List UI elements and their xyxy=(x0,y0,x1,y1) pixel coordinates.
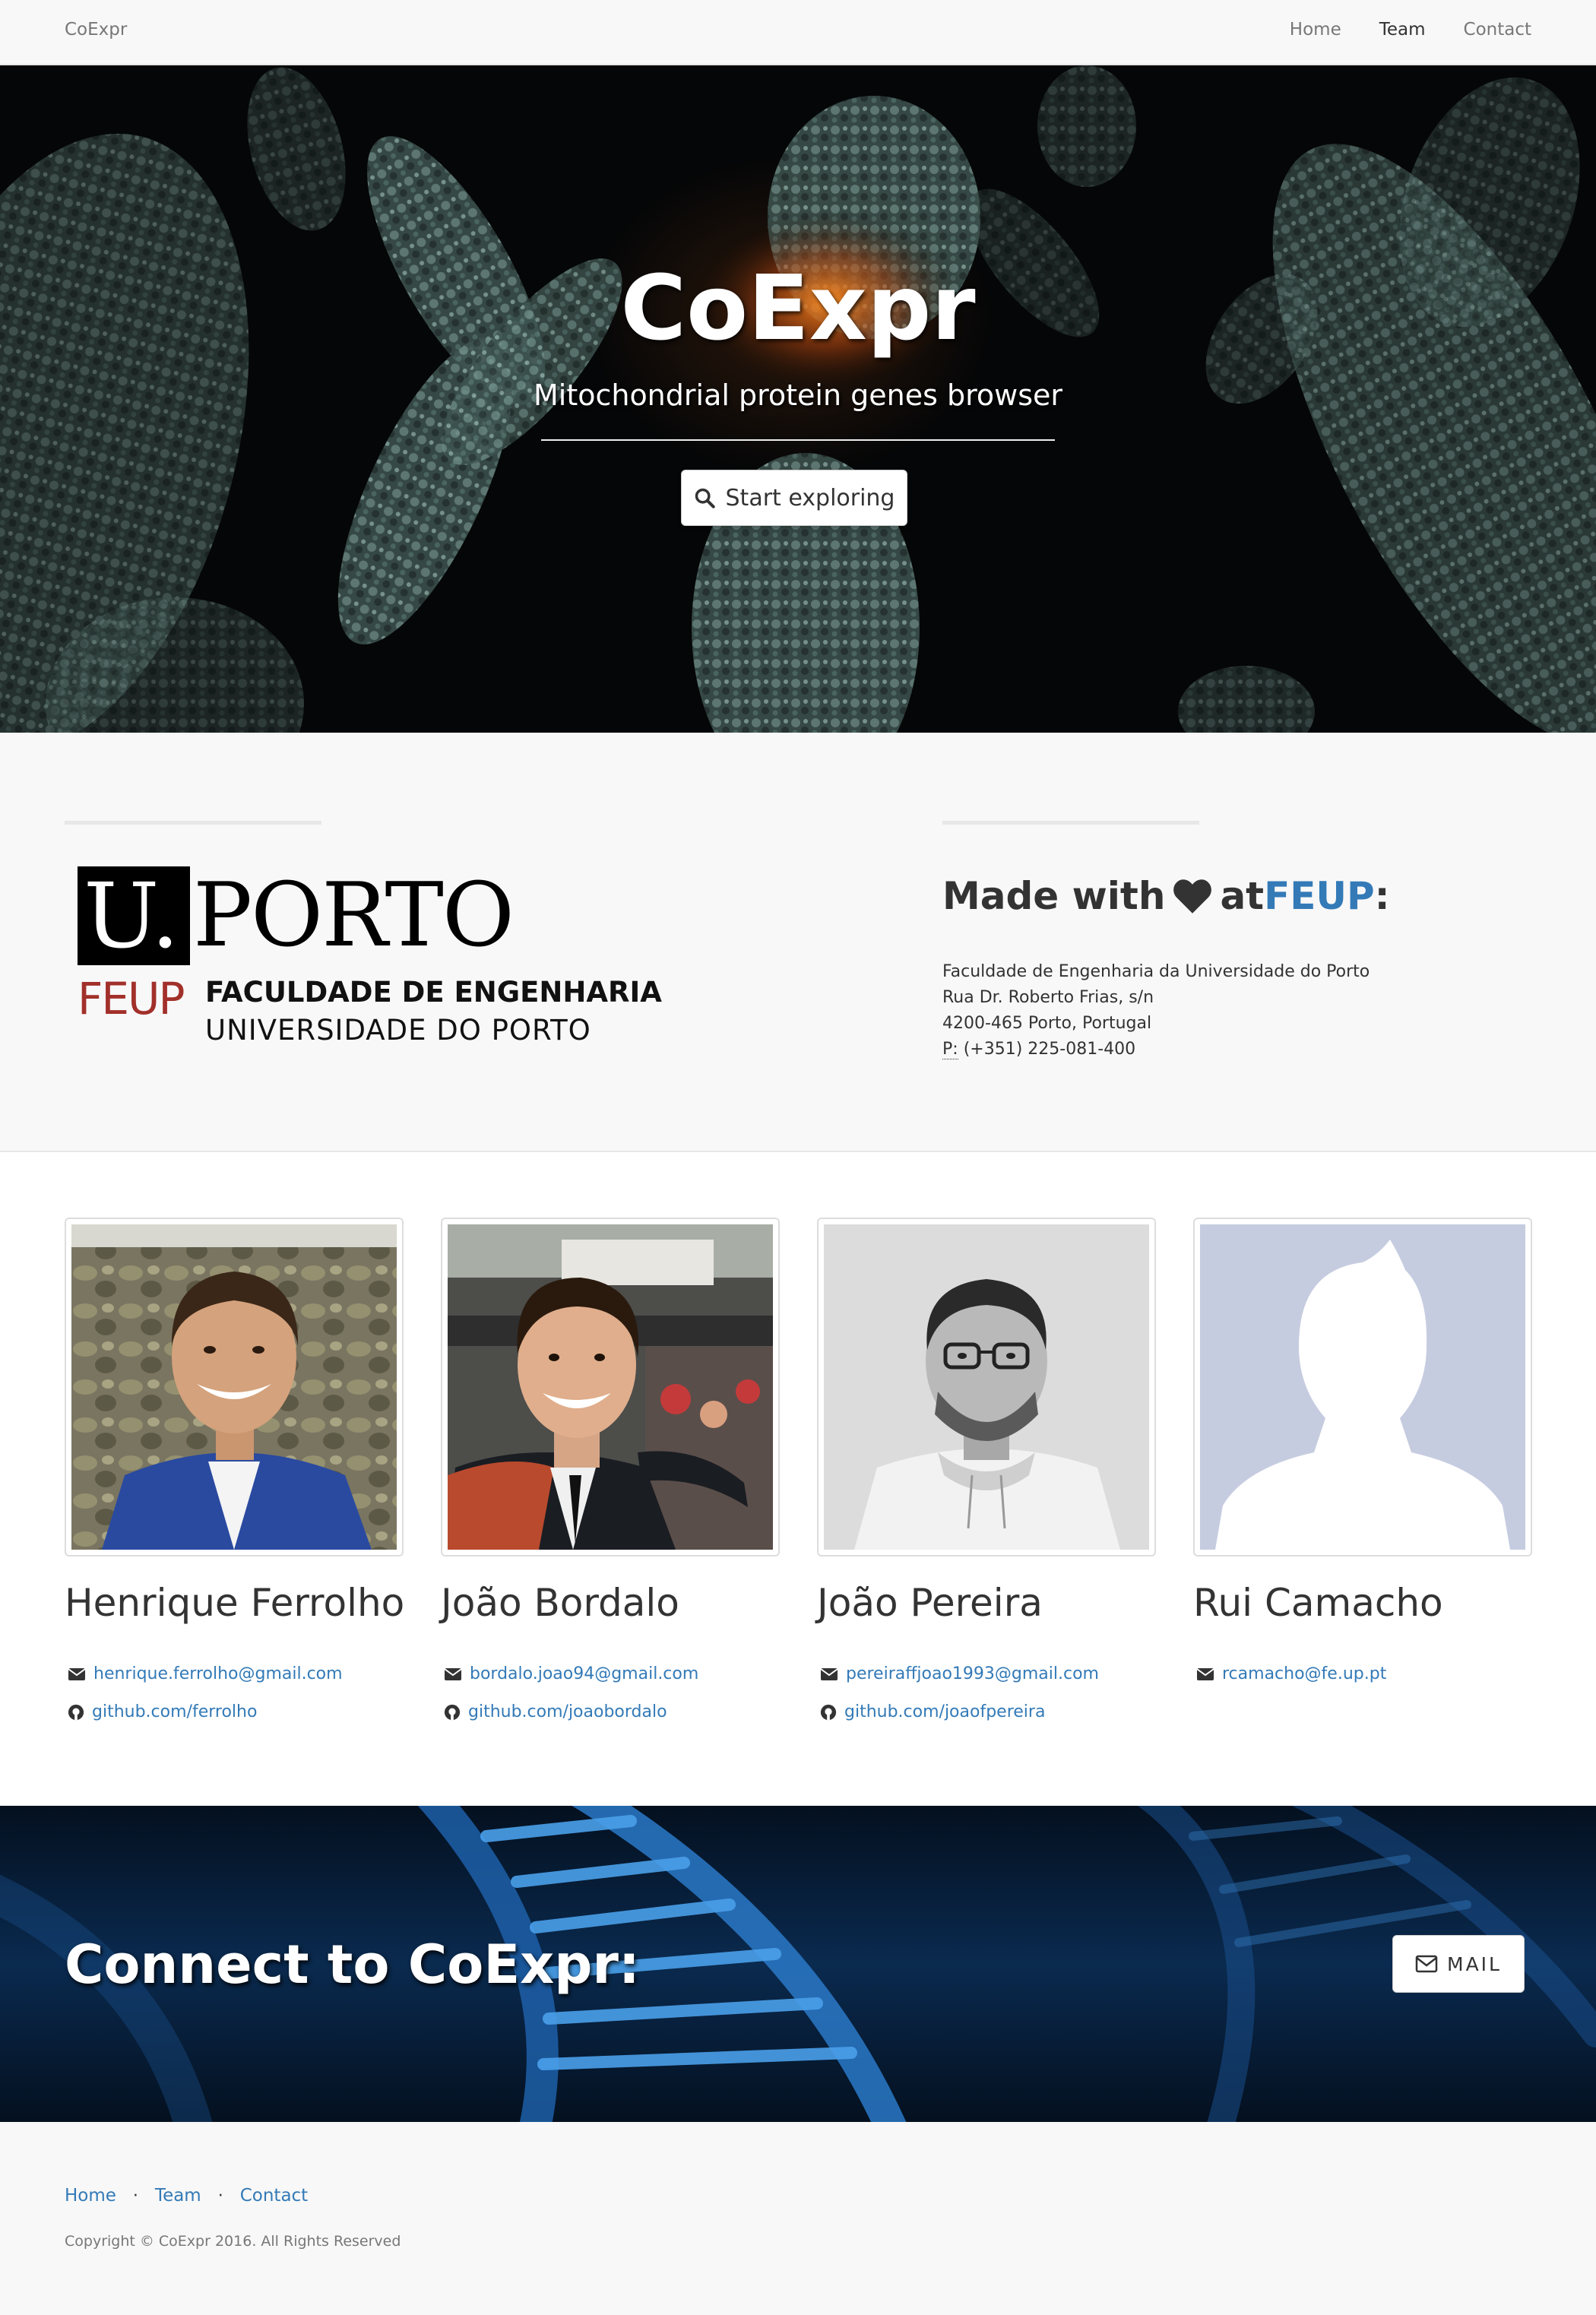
footer: Home · Team · Contact Copyright © CoExpr… xyxy=(0,2122,1596,2315)
member-github-link[interactable]: github.com/ferrolho xyxy=(68,1702,257,1721)
footer-link-team[interactable]: Team xyxy=(155,2186,201,2206)
member-github-link[interactable]: github.com/joaofpereira xyxy=(820,1702,1045,1721)
address-line-1: Faculdade de Engenharia da Universidade … xyxy=(942,962,1370,981)
navbar-nav: Home Team Contact xyxy=(1290,20,1531,40)
member-github: github.com/joaofpereira xyxy=(844,1702,1046,1721)
member-github-link[interactable]: github.com/joaobordalo xyxy=(444,1702,667,1721)
logo-porto: PORTO xyxy=(193,864,515,967)
member-email: pereiraffjoao1993@gmail.com xyxy=(846,1664,1099,1683)
team-member-card: João Pereira pereiraffjoao1993@gmail.com… xyxy=(817,1218,1156,1721)
footer-separator: · xyxy=(217,2186,223,2206)
nav-item-team[interactable]: Team xyxy=(1379,20,1426,40)
envelope-icon xyxy=(444,1667,462,1680)
hero-subtitle: Mitochondrial protein genes browser xyxy=(533,378,1063,412)
made-with-heading: Made with at FEUP: xyxy=(942,874,1390,918)
hero-title: CoExpr xyxy=(620,255,976,360)
member-github: github.com/joaobordalo xyxy=(468,1702,667,1721)
member-email: henrique.ferrolho@gmail.com xyxy=(93,1664,343,1683)
github-icon xyxy=(68,1704,84,1720)
default-avatar-icon xyxy=(1200,1224,1525,1550)
member-thumbnail xyxy=(817,1218,1156,1557)
made-with-text: Made with xyxy=(942,874,1166,918)
heart-icon xyxy=(1173,879,1212,914)
member-email-link[interactable]: pereiraffjoao1993@gmail.com xyxy=(820,1664,1099,1683)
member-email-link[interactable]: rcamacho@fe.up.pt xyxy=(1196,1664,1386,1683)
team-member-card: João Bordalo bordalo.joao94@gmail.com gi… xyxy=(441,1218,780,1721)
mail-button[interactable]: MAIL xyxy=(1392,1935,1525,1993)
navbar: CoExpr Home Team Contact xyxy=(0,0,1596,65)
navbar-brand[interactable]: CoExpr xyxy=(65,20,127,40)
right-divider xyxy=(942,821,1199,825)
hero-section: CoExpr Mitochondrial protein genes brows… xyxy=(0,65,1596,733)
envelope-outline-icon xyxy=(1415,1955,1438,1973)
phone-number: (+351) 225-081-400 xyxy=(963,1040,1136,1059)
member-email: rcamacho@fe.up.pt xyxy=(1222,1664,1387,1683)
nav-item-contact[interactable]: Contact xyxy=(1464,20,1531,40)
logo-feup: FEUP xyxy=(78,973,185,1024)
member-github: github.com/ferrolho xyxy=(92,1702,258,1721)
member-thumbnail xyxy=(1193,1218,1532,1557)
logo-u-box: U. xyxy=(78,866,190,965)
logo-university: UNIVERSIDADE DO PORTO xyxy=(205,1014,591,1047)
footer-separator: · xyxy=(132,2186,138,2206)
hero-divider xyxy=(541,439,1055,441)
member-photo xyxy=(1200,1224,1525,1550)
address-phone: P: (+351) 225-081-400 xyxy=(942,1037,1370,1062)
team-member-card: Rui Camacho rcamacho@fe.up.pt xyxy=(1193,1218,1532,1683)
start-exploring-button[interactable]: Start exploring xyxy=(681,470,907,526)
member-name: Henrique Ferrolho xyxy=(65,1581,405,1625)
made-at-text: at xyxy=(1220,874,1265,918)
left-divider xyxy=(65,821,321,825)
envelope-icon xyxy=(1196,1667,1214,1680)
envelope-icon xyxy=(820,1667,838,1680)
member-thumbnail xyxy=(441,1218,780,1557)
member-name: João Pereira xyxy=(817,1581,1043,1625)
nav-item-home[interactable]: Home xyxy=(1290,20,1341,40)
feup-link[interactable]: FEUP xyxy=(1264,874,1375,918)
mail-button-label: MAIL xyxy=(1447,1952,1502,1975)
search-icon xyxy=(695,488,715,508)
footer-links: Home · Team · Contact xyxy=(65,2186,308,2206)
address-line-2: Rua Dr. Roberto Frias, s/n xyxy=(942,988,1154,1007)
envelope-icon xyxy=(68,1667,86,1680)
member-name: Rui Camacho xyxy=(1193,1581,1443,1625)
copyright: Copyright © CoExpr 2016. All Rights Rese… xyxy=(65,2233,401,2250)
connect-title: Connect to CoExpr: xyxy=(65,1933,640,1996)
member-photo xyxy=(71,1224,397,1550)
member-name: João Bordalo xyxy=(441,1581,679,1625)
member-photo xyxy=(448,1224,773,1550)
made-colon: : xyxy=(1374,874,1390,918)
connect-banner: Connect to CoExpr: MAIL xyxy=(0,1806,1596,2122)
footer-link-contact[interactable]: Contact xyxy=(240,2186,308,2206)
member-email-link[interactable]: henrique.ferrolho@gmail.com xyxy=(68,1664,343,1683)
logo-faculty: FACULDADE DE ENGENHARIA xyxy=(205,976,662,1009)
member-photo xyxy=(824,1224,1149,1550)
start-exploring-label: Start exploring xyxy=(725,484,895,511)
github-icon xyxy=(820,1704,837,1720)
member-email-link[interactable]: bordalo.joao94@gmail.com xyxy=(444,1664,698,1683)
address-line-3: 4200-465 Porto, Portugal xyxy=(942,1014,1152,1033)
team-member-card: Henrique Ferrolho henrique.ferrolho@gmai… xyxy=(65,1218,404,1721)
phone-abbr: P: xyxy=(942,1040,958,1059)
github-icon xyxy=(444,1704,461,1720)
member-thumbnail xyxy=(65,1218,404,1557)
address-block: Faculdade de Engenharia da Universidade … xyxy=(942,959,1370,1062)
member-email: bordalo.joao94@gmail.com xyxy=(470,1664,699,1683)
footer-link-home[interactable]: Home xyxy=(65,2186,116,2206)
